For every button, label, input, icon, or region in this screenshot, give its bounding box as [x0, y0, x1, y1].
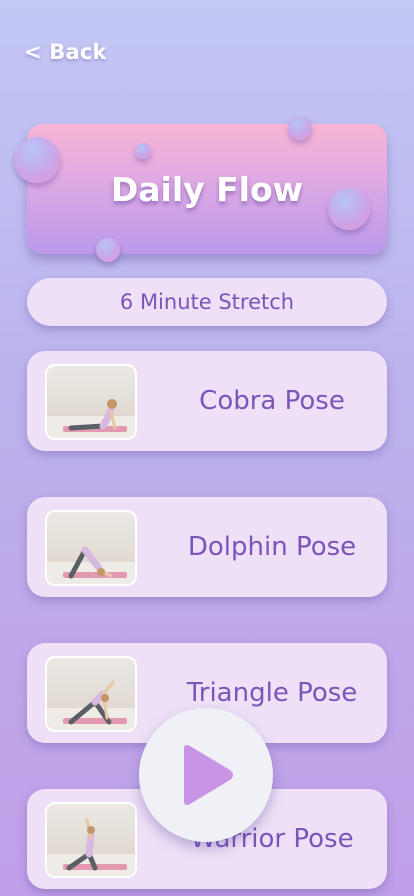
decorative-bubble	[328, 188, 370, 230]
play-button[interactable]	[139, 708, 273, 842]
session-subtitle: 6 Minute Stretch	[27, 278, 387, 326]
hero-banner: Daily Flow	[27, 124, 387, 254]
pose-card-dolphin[interactable]: Dolphin Pose	[27, 497, 387, 597]
pose-thumbnail	[45, 364, 137, 440]
pose-card-cobra[interactable]: Cobra Pose	[27, 351, 387, 451]
pose-label: Dolphin Pose	[187, 532, 357, 562]
decorative-bubble	[96, 238, 120, 262]
hero-title: Daily Flow	[110, 169, 304, 209]
pose-thumbnail	[45, 656, 137, 732]
pose-thumbnail	[45, 802, 137, 878]
pose-thumbnail	[45, 510, 137, 586]
decorative-bubble	[288, 116, 312, 140]
pose-label: Cobra Pose	[199, 386, 345, 416]
decorative-bubble	[14, 137, 60, 183]
back-button[interactable]: < Back	[24, 40, 107, 64]
play-icon	[184, 745, 233, 805]
decorative-bubble	[135, 143, 151, 159]
